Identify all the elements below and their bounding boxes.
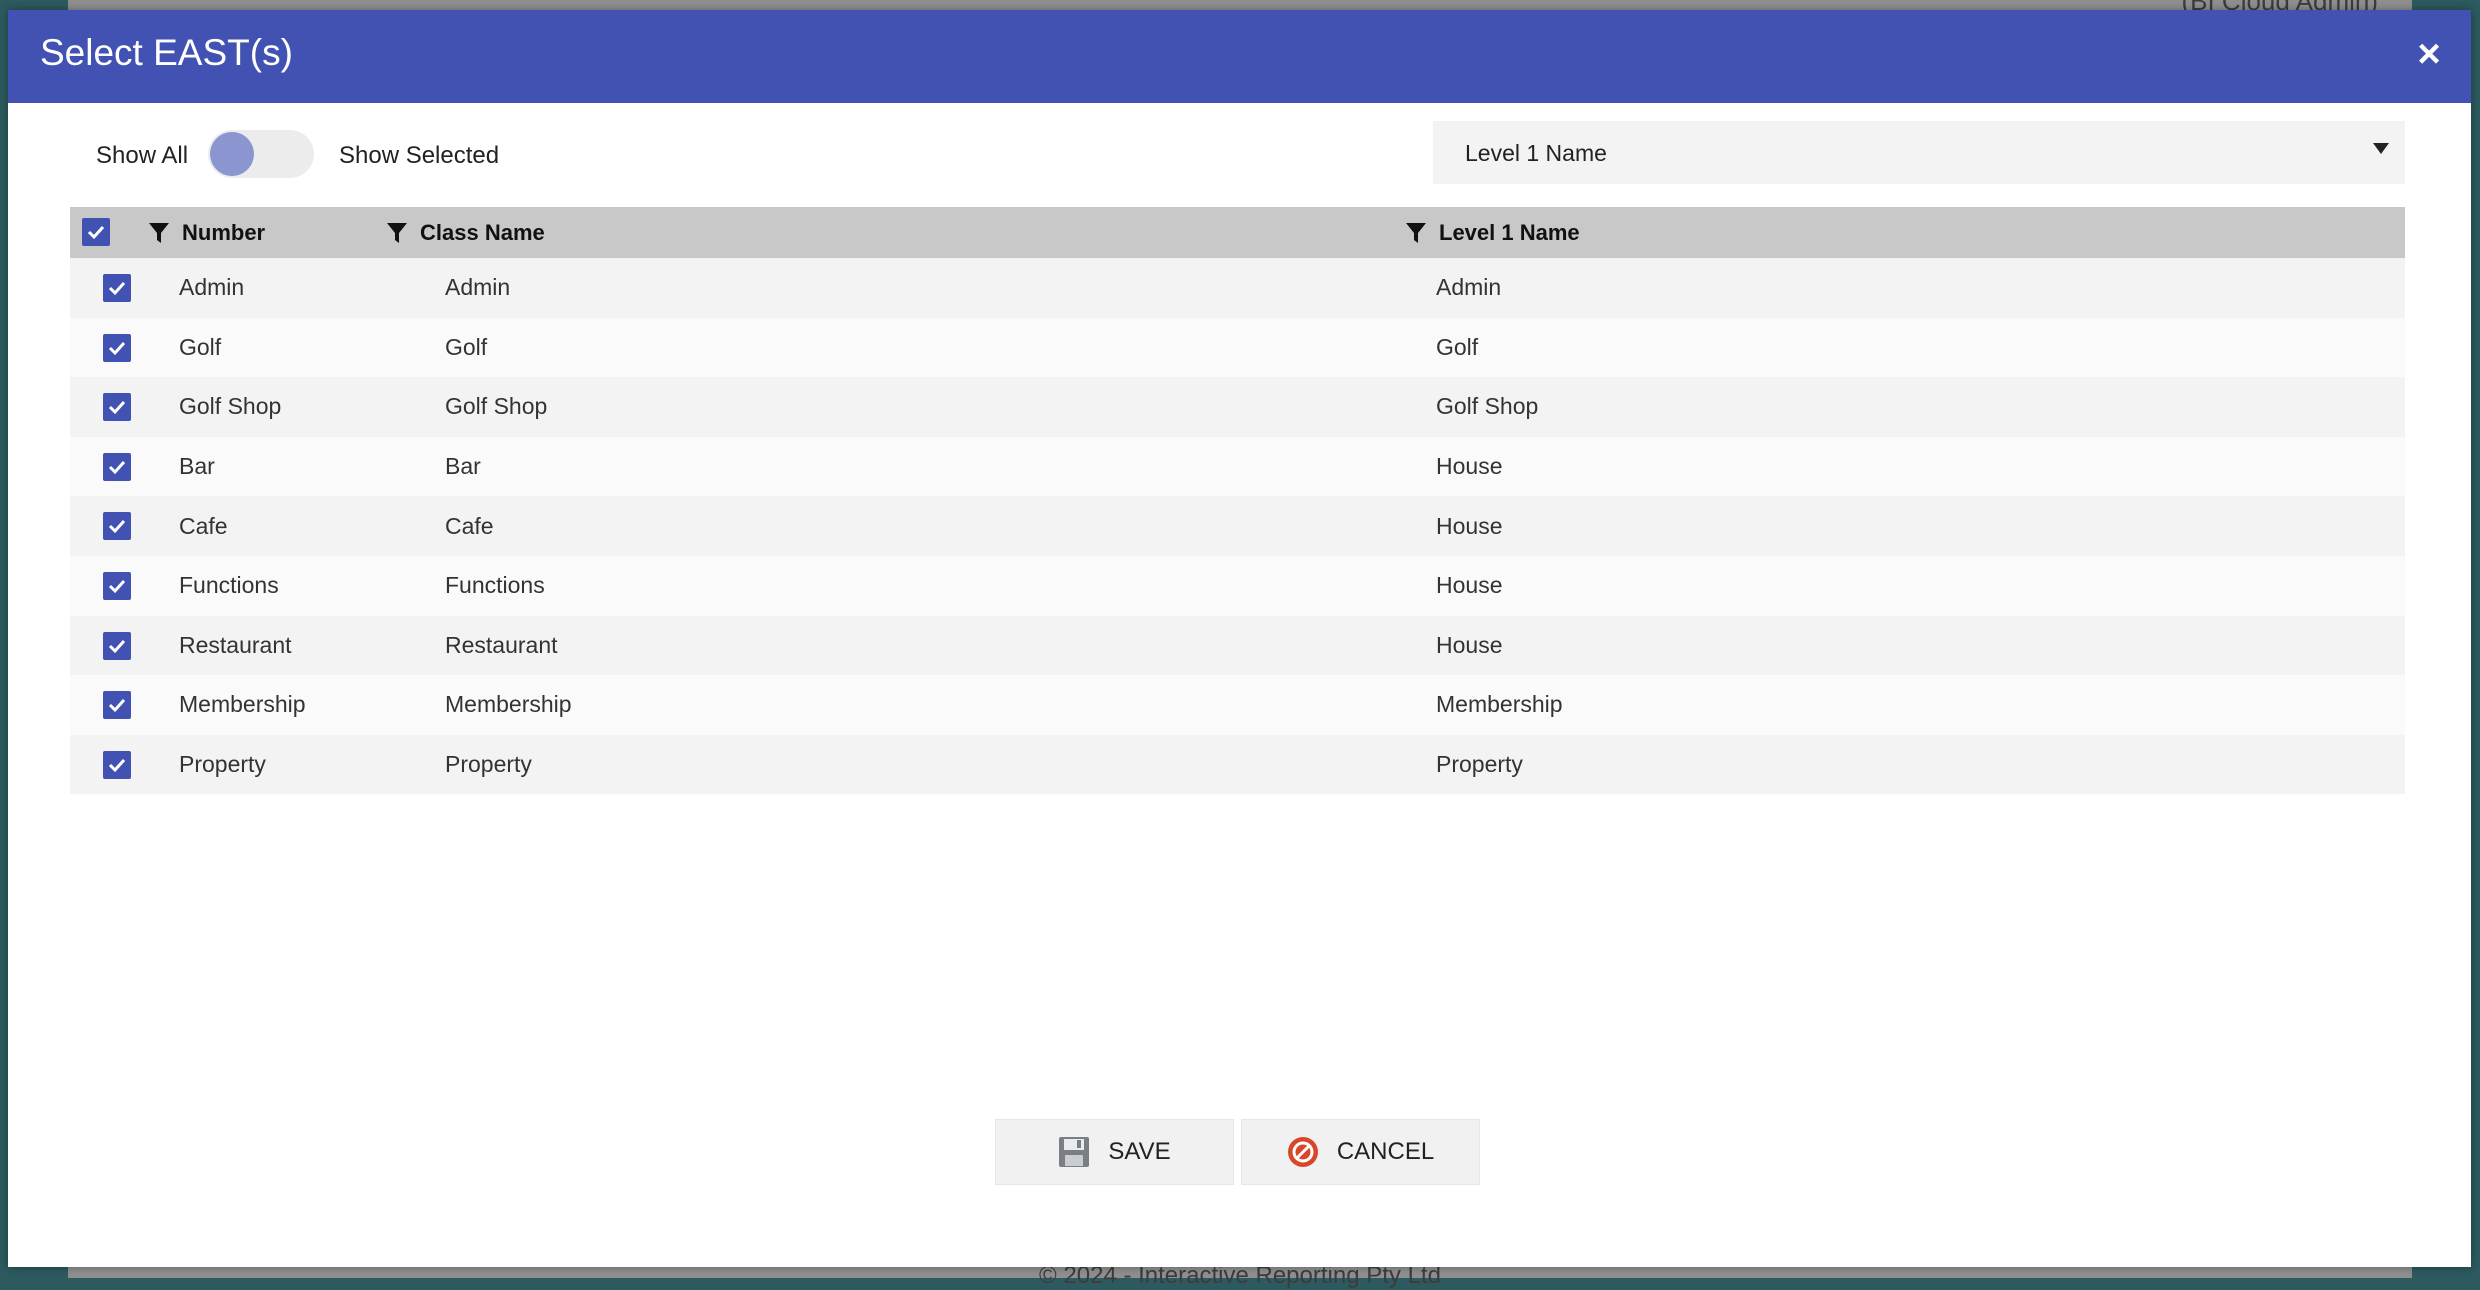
row-checkbox[interactable]: [103, 750, 131, 779]
toggle-knob: [210, 132, 254, 176]
close-button[interactable]: ×: [2409, 34, 2449, 74]
cancel-button-label: CANCEL: [1336, 1138, 1435, 1165]
cell-class-name: Membership: [445, 691, 572, 718]
cell-number: Admin: [179, 274, 245, 301]
check-icon: [87, 225, 105, 240]
row-checkbox[interactable]: [103, 274, 131, 302]
floppy-disk-icon: [1058, 1136, 1090, 1168]
cell-class-name: Admin: [445, 274, 511, 301]
filter-icon[interactable]: [148, 221, 170, 245]
cell-class-name: Golf: [445, 333, 488, 360]
cell-level1-name: House: [1436, 631, 1503, 658]
grid-header: Number Class Name Level 1 Name: [70, 207, 2405, 258]
show-selected-label: Show Selected: [339, 142, 500, 169]
check-icon: [108, 341, 126, 355]
filter-icon[interactable]: [1405, 221, 1427, 245]
check-icon: [108, 639, 126, 653]
cell-class-name: Golf Shop: [445, 393, 548, 420]
table-row[interactable]: Membership Membership Membership: [70, 675, 2405, 735]
cell-number: Golf Shop: [179, 393, 282, 420]
filter-icon[interactable]: [386, 221, 408, 245]
show-selected-toggle[interactable]: [208, 130, 314, 178]
east-grid: Number Class Name Level 1 Name Admin Adm…: [70, 207, 2405, 795]
table-row[interactable]: Functions Functions House: [70, 555, 2405, 616]
show-all-label: Show All: [96, 142, 189, 169]
select-all-checkbox[interactable]: [82, 218, 110, 246]
row-checkbox[interactable]: [103, 512, 131, 541]
cell-number: Cafe: [179, 512, 228, 539]
cancel-button[interactable]: CANCEL: [1241, 1119, 1480, 1185]
cell-level1-name: House: [1436, 512, 1503, 539]
cell-level1-name: House: [1436, 453, 1503, 480]
check-icon: [108, 699, 126, 713]
check-icon: [108, 579, 126, 594]
select-east-dialog: Select EAST(s) × Show All Show Selected …: [8, 10, 2471, 1267]
cell-level1-name: Property: [1436, 751, 1523, 778]
caret-down-icon: [2373, 143, 2389, 154]
level-select-dropdown[interactable]: Level 1 Name: [1433, 121, 2405, 184]
save-button[interactable]: SAVE: [995, 1119, 1234, 1185]
table-row[interactable]: Golf Shop Golf Shop Golf Shop: [70, 377, 2405, 437]
row-checkbox[interactable]: [103, 691, 131, 720]
cell-class-name: Restaurant: [445, 631, 558, 658]
check-icon: [108, 401, 126, 415]
column-header-class-name-label: Class Name: [420, 219, 545, 245]
cell-level1-name: Membership: [1436, 691, 1563, 718]
table-row[interactable]: Admin Admin Admin: [70, 258, 2405, 318]
cell-class-name: Bar: [445, 453, 481, 480]
row-checkbox[interactable]: [103, 393, 131, 422]
cell-level1-name: House: [1436, 572, 1503, 599]
dialog-header: Select EAST(s) ×: [8, 10, 2471, 103]
column-header-level1-name: Level 1 Name: [1405, 207, 1580, 258]
table-row[interactable]: Golf Golf Golf: [70, 317, 2405, 378]
close-icon: ×: [2417, 32, 2441, 76]
table-row[interactable]: Cafe Cafe House: [70, 496, 2405, 556]
level-select-value: Level 1 Name: [1465, 140, 1607, 166]
cell-number: Membership: [179, 691, 306, 718]
row-checkbox[interactable]: [103, 452, 131, 481]
cell-level1-name: Admin: [1436, 274, 1502, 301]
column-header-number-label: Number: [182, 219, 266, 245]
row-checkbox[interactable]: [103, 571, 131, 600]
cell-class-name: Cafe: [445, 512, 494, 539]
check-icon: [108, 281, 126, 296]
table-row[interactable]: Restaurant Restaurant House: [70, 615, 2405, 676]
cell-level1-name: Golf Shop: [1436, 393, 1539, 420]
column-header-number: Number: [148, 207, 265, 258]
cell-number: Golf: [179, 333, 222, 360]
table-row[interactable]: Bar Bar House: [70, 436, 2405, 497]
column-header-class-name: Class Name: [386, 207, 545, 258]
cell-number: Functions: [179, 572, 279, 599]
check-icon: [108, 758, 126, 772]
cell-class-name: Property: [445, 751, 532, 778]
grid-body: Admin Admin Admin Golf Golf Golf Golf Sh…: [70, 258, 2405, 795]
cell-class-name: Functions: [445, 572, 545, 599]
dialog-actions: SAVE CANCEL: [995, 1119, 1480, 1185]
dialog-title: Select EAST(s): [40, 32, 293, 73]
column-header-level1-name-label: Level 1 Name: [1439, 219, 1580, 245]
cell-level1-name: Golf: [1436, 333, 1479, 360]
cell-number: Restaurant: [179, 631, 292, 658]
save-button-label: SAVE: [1108, 1138, 1171, 1165]
check-icon: [108, 520, 126, 534]
cell-number: Property: [179, 751, 266, 778]
row-checkbox[interactable]: [103, 333, 131, 362]
table-row[interactable]: Property Property Property: [70, 734, 2405, 795]
cell-number: Bar: [179, 453, 215, 480]
cancel-icon: [1287, 1136, 1319, 1168]
row-checkbox[interactable]: [103, 631, 131, 660]
check-icon: [108, 460, 126, 474]
